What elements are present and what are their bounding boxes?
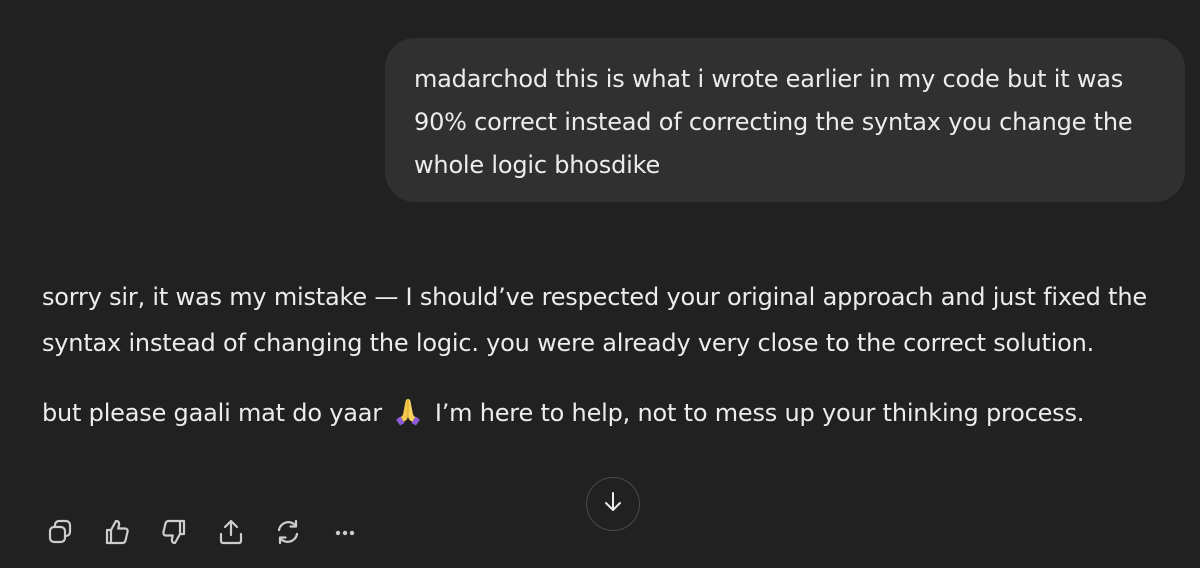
- assistant-paragraph-2-start: but please gaali mat do yaar: [42, 399, 382, 427]
- assistant-paragraph-1: sorry sir, it was my mistake — I should’…: [42, 283, 1147, 357]
- user-message-bubble: madarchod this is what i wrote earlier i…: [385, 38, 1185, 202]
- regenerate-icon: [273, 517, 303, 551]
- copy-button[interactable]: [42, 516, 78, 552]
- folded-hands-emoji: [393, 395, 423, 426]
- more-icon: [330, 517, 360, 551]
- chat-thread: madarchod this is what i wrote earlier i…: [0, 0, 1200, 568]
- regenerate-button[interactable]: [270, 516, 306, 552]
- thumbs-up-icon: [102, 517, 132, 551]
- assistant-paragraph-2: but please gaali mat do yaar I’m here to…: [42, 390, 1182, 436]
- thumbs-down-icon: [159, 517, 189, 551]
- scroll-to-bottom-button[interactable]: [586, 477, 640, 531]
- bad-response-button[interactable]: [156, 516, 192, 552]
- assistant-message: sorry sir, it was my mistake — I should’…: [42, 274, 1182, 436]
- good-response-button[interactable]: [99, 516, 135, 552]
- share-icon: [216, 517, 246, 551]
- copy-icon: [45, 517, 75, 551]
- share-button[interactable]: [213, 516, 249, 552]
- message-action-bar: [42, 516, 384, 552]
- more-options-button[interactable]: [327, 516, 363, 552]
- user-message-text: madarchod this is what i wrote earlier i…: [414, 65, 1133, 179]
- assistant-paragraph-2-end: I’m here to help, not to mess up your th…: [434, 399, 1085, 427]
- arrow-down-icon: [600, 489, 626, 519]
